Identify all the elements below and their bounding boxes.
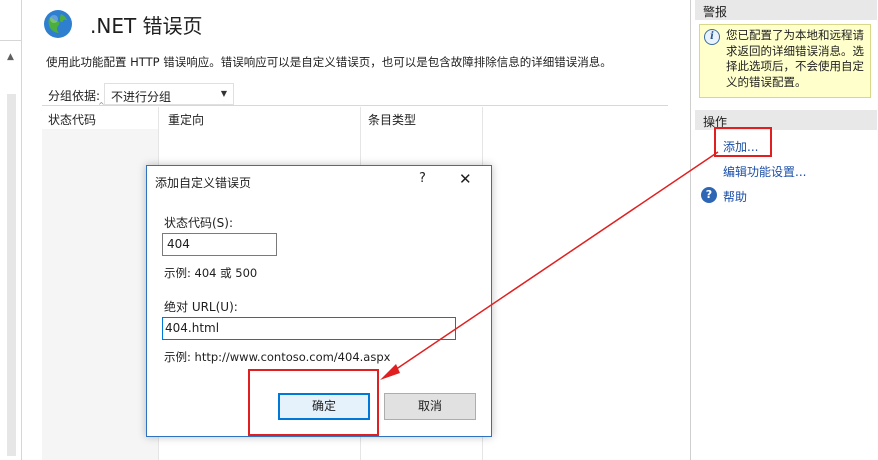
sort-caret-icon: ^ — [98, 101, 105, 110]
globe-icon — [44, 10, 72, 38]
annotation-box-ok — [248, 369, 379, 436]
group-by-select[interactable]: 不进行分组 ▼ — [104, 83, 234, 105]
alerts-header: 警报 — [695, 0, 877, 20]
alert-text: 您已配置了为本地和远程请求返回的详细错误消息。选择此选项后，不会使用自定义的错误… — [726, 28, 864, 89]
tree-pane-edge: ▲ — [0, 0, 22, 460]
edit-feature-settings-link[interactable]: 编辑功能设置... — [723, 163, 806, 180]
info-icon: i — [704, 29, 720, 45]
page-title: .NET 错误页 — [90, 14, 203, 38]
column-header-entry-type[interactable]: 条目类型 — [368, 111, 416, 128]
tree-scrollbar[interactable]: ▲ — [3, 46, 19, 456]
status-code-label: 状态代码(S): — [164, 216, 234, 230]
alert-message-box: i 您已配置了为本地和远程请求返回的详细错误消息。选择此选项后，不会使用自定义的… — [699, 24, 871, 98]
chevron-down-icon[interactable]: ▼ — [221, 89, 227, 98]
close-icon[interactable]: ✕ — [459, 170, 472, 188]
feature-description: 使用此功能配置 HTTP 错误响应。错误响应可以是自定义错误页，也可以是包含故障… — [46, 55, 612, 69]
status-code-input[interactable]: 404 — [162, 233, 277, 256]
column-header-redirect[interactable]: 重定向 — [168, 111, 204, 128]
group-by-label: 分组依据: — [48, 89, 101, 103]
status-code-example: 示例: 404 或 500 — [164, 266, 258, 280]
help-icon[interactable]: ? — [701, 187, 717, 203]
help-link[interactable]: 帮助 — [723, 188, 747, 205]
scrollbar-track[interactable] — [7, 94, 16, 456]
chevron-up-icon[interactable]: ▲ — [7, 52, 14, 62]
group-by-bar: 分组依据: 不进行分组 ▼ — [42, 82, 668, 106]
cancel-button[interactable]: 取消 — [384, 393, 476, 420]
column-header-status-code[interactable]: 状态代码 — [48, 111, 96, 128]
group-by-value: 不进行分组 — [111, 90, 172, 104]
absolute-url-input[interactable]: 404.html — [162, 317, 456, 340]
absolute-url-example: 示例: http://www.contoso.com/404.aspx — [164, 350, 391, 364]
annotation-box-add — [714, 127, 772, 157]
help-icon[interactable]: ? — [419, 171, 426, 186]
actions-pane: 警报 i 您已配置了为本地和远程请求返回的详细错误消息。选择此选项后，不会使用自… — [690, 0, 878, 460]
dialog-title: 添加自定义错误页 — [155, 176, 252, 190]
absolute-url-label: 绝对 URL(U): — [164, 300, 238, 314]
